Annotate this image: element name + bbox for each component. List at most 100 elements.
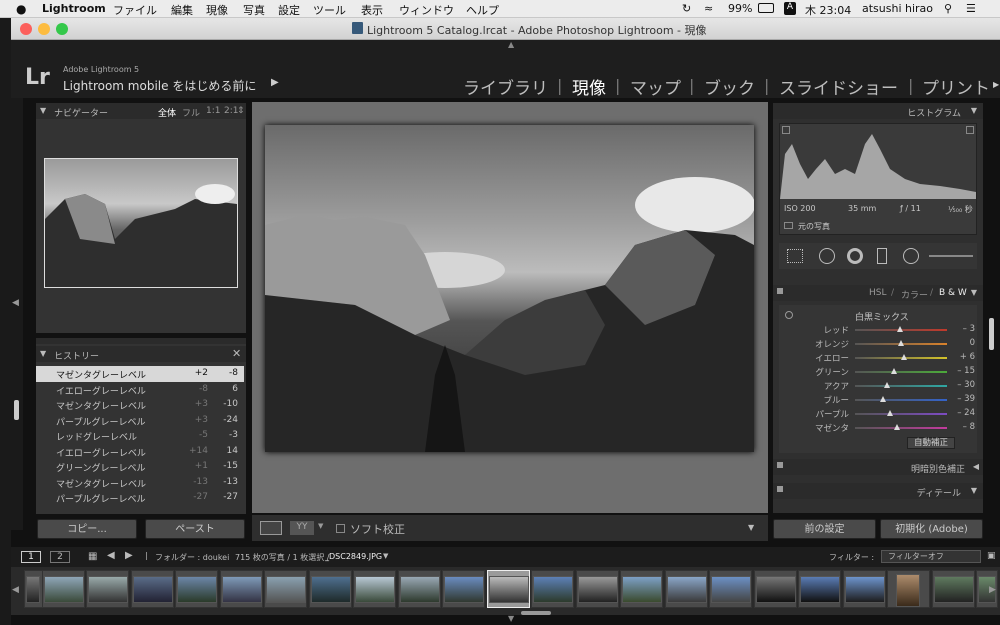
history-item[interactable]: パープルグレーレベル +3 -24	[36, 413, 244, 429]
filmstrip[interactable]: ◀ ▶	[11, 567, 1000, 615]
history-header[interactable]: ▼ ヒストリー ✕	[36, 346, 246, 362]
filmstrip-cell[interactable]	[754, 570, 797, 608]
slider-track[interactable]	[855, 326, 947, 332]
menu-file[interactable]: ファイル	[113, 2, 157, 18]
target-adjust-icon[interactable]	[785, 311, 793, 319]
notification-icon[interactable]: ☰	[966, 2, 976, 15]
slider-row[interactable]: イエロー + 6	[779, 351, 979, 365]
slider-row[interactable]: レッド – 3	[779, 323, 979, 337]
menu-clock[interactable]: 木 23:04	[805, 2, 851, 18]
panel-switch-icon[interactable]	[777, 288, 783, 294]
module-print[interactable]: プリント	[922, 74, 990, 99]
top-panel-toggle-icon[interactable]: ▲	[508, 40, 514, 49]
original-photo-checkbox[interactable]	[784, 222, 793, 229]
slider-thumb[interactable]	[898, 340, 904, 346]
photo-thumbnail[interactable]	[667, 576, 707, 603]
left-scrollbar[interactable]	[14, 400, 19, 420]
photo-thumbnail[interactable]	[26, 576, 40, 603]
slider-value[interactable]: – 3	[949, 324, 975, 334]
filename-menu-icon[interactable]: ▼	[383, 552, 388, 560]
bottom-panel-toggle-icon[interactable]: ▼	[508, 614, 514, 623]
collapse-triangle-icon[interactable]: ▼	[40, 349, 46, 358]
monitor-1-button[interactable]: 1	[21, 551, 41, 563]
auto-adjust-button[interactable]: 自動補正	[907, 437, 956, 449]
radial-filter-icon[interactable]	[903, 248, 919, 264]
slider-row[interactable]: パープル – 24	[779, 407, 979, 421]
tab-hsl[interactable]: HSL	[869, 288, 887, 298]
zoom-window-button[interactable]	[56, 23, 68, 35]
mobile-promo[interactable]: Lightroom mobile をはじめる前に	[63, 77, 256, 94]
slider-track[interactable]	[855, 340, 947, 346]
photo-thumbnail[interactable]	[489, 576, 529, 603]
zoom-1-1[interactable]: 1:1	[206, 106, 220, 116]
navigator-preview[interactable]	[44, 158, 238, 288]
battery-icon[interactable]	[758, 3, 774, 13]
photo-thumbnail[interactable]	[133, 576, 173, 603]
histogram-header[interactable]: ヒストグラム ▼	[773, 103, 983, 119]
photo-thumbnail[interactable]	[266, 576, 306, 603]
copy-settings-button[interactable]: コピー...	[37, 519, 137, 539]
detail-header[interactable]: ディテール ▼	[773, 483, 983, 499]
slider-value[interactable]: + 6	[949, 352, 975, 362]
apple-icon[interactable]: ●	[16, 2, 26, 16]
left-panel-edge[interactable]: ◀	[11, 98, 23, 530]
before-after-menu-icon[interactable]: ▼	[318, 522, 323, 530]
menu-window[interactable]: ウィンドウ	[399, 2, 454, 18]
main-photo[interactable]	[265, 125, 755, 452]
filmstrip-cell[interactable]	[220, 570, 263, 608]
panel-switch-icon[interactable]	[777, 462, 783, 468]
left-panel-toggle-icon[interactable]: ◀	[12, 298, 19, 308]
split-toning-header[interactable]: 明暗別色補正 ◀	[773, 459, 983, 475]
photo-thumbnail[interactable]	[578, 576, 618, 603]
monitor-2-button[interactable]: 2	[50, 551, 70, 563]
filmstrip-cell[interactable]	[398, 570, 441, 608]
graduated-filter-icon[interactable]	[877, 248, 887, 264]
menu-help[interactable]: ヘルプ	[466, 2, 499, 18]
photo-thumbnail[interactable]	[800, 576, 840, 603]
spot-removal-icon[interactable]	[819, 248, 835, 264]
slider-value[interactable]: – 30	[949, 380, 975, 390]
filmstrip-cell[interactable]	[620, 570, 663, 608]
slider-value[interactable]: – 39	[949, 394, 975, 404]
minimize-window-button[interactable]	[38, 23, 50, 35]
clear-history-icon[interactable]: ✕	[232, 347, 241, 360]
slider-thumb[interactable]	[900, 354, 907, 360]
filmstrip-cell[interactable]	[264, 570, 307, 608]
play-icon[interactable]: ▶	[271, 77, 279, 88]
module-slideshow[interactable]: スライドショー	[779, 74, 898, 99]
red-eye-icon[interactable]	[847, 248, 863, 264]
filmstrip-cell[interactable]	[175, 570, 218, 608]
reset-button[interactable]: 初期化 (Adobe)	[880, 519, 983, 539]
slider-row[interactable]: アクア – 30	[779, 379, 979, 393]
crop-icon[interactable]	[787, 249, 803, 263]
filmstrip-cell[interactable]	[131, 570, 174, 608]
photo-thumbnail[interactable]	[400, 576, 440, 603]
filmstrip-cell[interactable]	[531, 570, 574, 608]
photo-thumbnail[interactable]	[934, 576, 974, 603]
menu-develop[interactable]: 現像	[206, 2, 228, 18]
history-item[interactable]: パープルグレーレベル -27 -27	[36, 490, 244, 506]
menu-edit[interactable]: 編集	[171, 2, 193, 18]
slider-value[interactable]: – 15	[949, 366, 975, 376]
folder-label[interactable]: フォルダー : doukei	[155, 552, 229, 563]
wifi-icon[interactable]: ≈	[704, 2, 713, 15]
photo-thumbnail[interactable]	[622, 576, 662, 603]
paste-settings-button[interactable]: ペースト	[145, 519, 245, 539]
zoom-fill[interactable]: フル	[182, 106, 200, 119]
filmstrip-cell-selected[interactable]	[487, 570, 530, 608]
slider-row[interactable]: マゼンタ – 8	[779, 421, 979, 435]
previous-settings-button[interactable]: 前の設定	[773, 519, 876, 539]
close-window-button[interactable]	[20, 23, 32, 35]
soft-proof-checkbox[interactable]	[336, 524, 345, 533]
current-filename[interactable]: _DSC2849.JPG	[325, 552, 382, 561]
grid-view-icon[interactable]: ▦	[88, 551, 97, 562]
expand-triangle-icon[interactable]: ◀	[973, 462, 979, 471]
tab-color[interactable]: カラー	[901, 288, 928, 301]
filmstrip-cell[interactable]	[86, 570, 129, 608]
filmstrip-left-icon[interactable]: ◀	[12, 585, 19, 595]
slider-track[interactable]	[855, 424, 947, 430]
slider-row[interactable]: グリーン – 15	[779, 365, 979, 379]
toolbar-menu-icon[interactable]: ▼	[748, 523, 754, 532]
history-item[interactable]: マゼンタグレーレベル +3 -10	[36, 397, 244, 413]
collapse-triangle-icon[interactable]: ▼	[40, 106, 46, 115]
